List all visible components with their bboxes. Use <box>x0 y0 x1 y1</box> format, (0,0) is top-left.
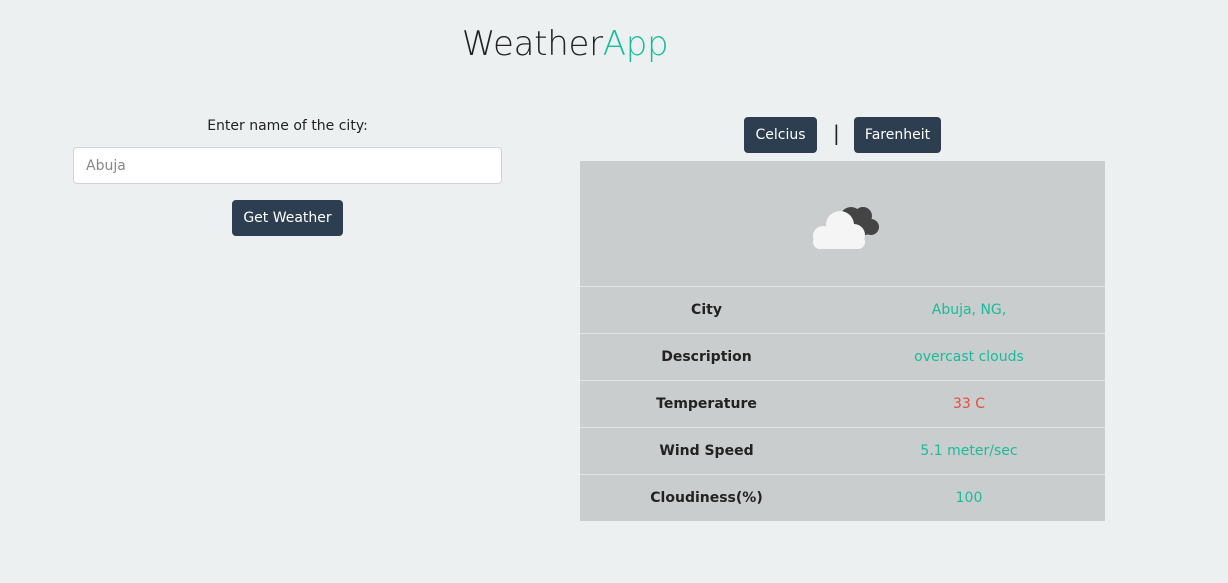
info-row-description: Description overcast clouds <box>580 334 1105 381</box>
unit-toggle-bar: Celcius | Farenheit <box>580 117 1105 153</box>
info-row-wind-speed: Wind Speed 5.1 meter/sec <box>580 428 1105 475</box>
temperature-row-label: Temperature <box>656 396 757 412</box>
cloudiness-row-label: Cloudiness(%) <box>650 490 763 506</box>
overcast-clouds-icon <box>813 207 879 249</box>
info-row-temperature: Temperature 33 C <box>580 381 1105 428</box>
get-weather-button[interactable]: Get Weather <box>232 200 343 236</box>
farenheit-button[interactable]: Farenheit <box>854 117 941 153</box>
search-panel: Enter name of the city: Get Weather <box>73 110 502 236</box>
celcius-button[interactable]: Celcius <box>744 117 817 153</box>
wind-speed-row-value: 5.1 meter/sec <box>920 443 1018 459</box>
weather-card: City Abuja, NG, Description overcast clo… <box>580 161 1105 521</box>
unit-separator: | <box>833 121 840 145</box>
temperature-row-value: 33 C <box>952 396 986 412</box>
app-title-main: Weather <box>461 24 603 64</box>
description-row-value: overcast clouds <box>914 349 1024 365</box>
city-label: Enter name of the city: <box>207 118 368 134</box>
info-row-city: City Abuja, NG, <box>580 287 1105 334</box>
city-row-value: Abuja, NG, <box>931 302 1007 318</box>
cloudiness-row-value: 100 <box>955 490 983 506</box>
app-title: WeatherApp <box>0 24 1130 64</box>
wind-speed-row-label: Wind Speed <box>659 443 754 459</box>
description-row-label: Description <box>661 349 752 365</box>
weather-icon-area <box>580 161 1105 287</box>
city-row-label: City <box>691 302 722 318</box>
city-input[interactable] <box>73 147 502 184</box>
info-row-cloudiness: Cloudiness(%) 100 <box>580 475 1105 521</box>
app-title-accent: App <box>602 24 669 64</box>
